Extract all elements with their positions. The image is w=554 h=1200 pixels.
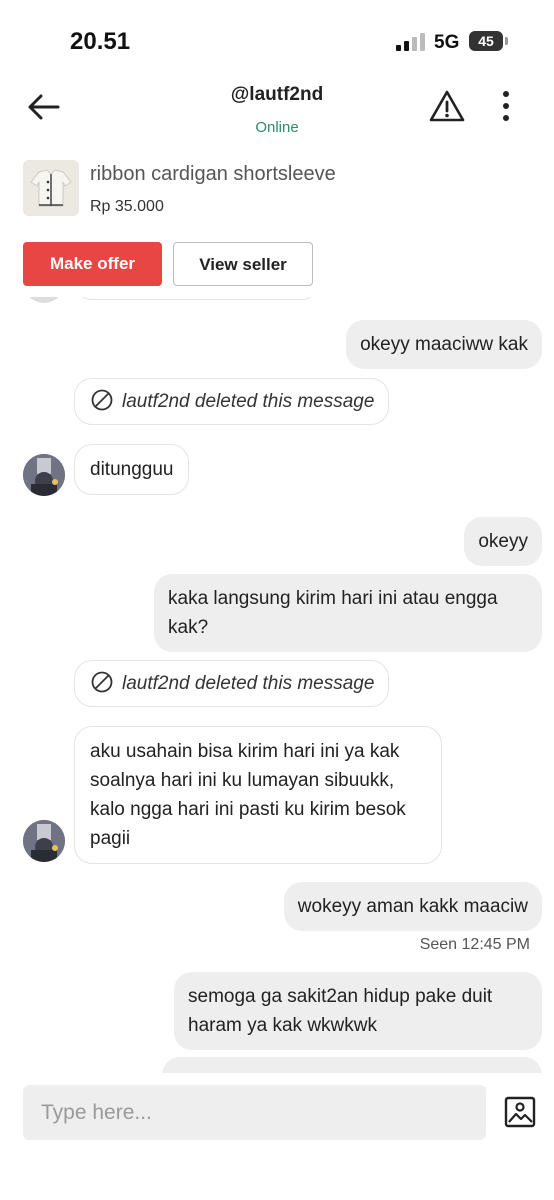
- presence-status: Online: [255, 119, 299, 136]
- chat-username[interactable]: @lautf2nd: [0, 84, 554, 106]
- warning-icon: [429, 90, 465, 122]
- network-type: 5G: [434, 32, 460, 53]
- battery-icon: 45: [469, 31, 503, 51]
- view-seller-button[interactable]: View seller: [173, 242, 313, 286]
- ban-icon: [91, 672, 113, 693]
- make-offer-button[interactable]: Make offer: [23, 242, 162, 286]
- image-icon: [504, 1096, 536, 1128]
- deleted-label: lautf2nd deleted this message: [122, 673, 375, 694]
- status-time: 20.51: [70, 28, 131, 55]
- message-outgoing: semoga ga sakit2an hidup pake duit haram…: [174, 972, 542, 1050]
- avatar: [23, 297, 65, 303]
- seen-receipt: Seen 12:45 PM: [419, 936, 530, 953]
- message-outgoing: okeyy: [464, 517, 542, 566]
- product-name[interactable]: ribbon cardigan shortsleeve: [90, 163, 336, 186]
- deleted-label: lautf2nd deleted this message: [122, 391, 375, 412]
- message-outgoing: kaka langsung kirim hari ini atau engga …: [154, 574, 542, 652]
- avatar[interactable]: [23, 820, 65, 862]
- product-thumbnail[interactable]: [23, 160, 79, 216]
- chat-messages[interactable]: okeyy maaciww kak lautf2nd deleted this …: [0, 297, 554, 1073]
- message-incoming: ditungguu: [74, 444, 190, 495]
- message-outgoing: wokeyy aman kakk maaciw: [283, 882, 542, 931]
- avatar[interactable]: [23, 454, 65, 496]
- status-bar: 20.51 5G 45: [0, 0, 554, 80]
- message-composer[interactable]: [23, 1085, 486, 1140]
- attach-image-button[interactable]: [503, 1095, 537, 1129]
- signal-icon: [396, 33, 426, 51]
- message-incoming: aku usahain bisa kirim hari ini ya kak s…: [74, 726, 442, 864]
- more-options-button[interactable]: [494, 88, 518, 126]
- battery-tip: [505, 37, 508, 45]
- message-bubble-partial: [74, 297, 320, 300]
- message-input[interactable]: [23, 1085, 486, 1140]
- message-outgoing-partial: [162, 1057, 542, 1073]
- message-deleted: lautf2nd deleted this message: [74, 660, 390, 707]
- message-deleted: lautf2nd deleted this message: [74, 378, 390, 425]
- more-vertical-icon: [494, 91, 518, 121]
- ban-icon: [91, 390, 113, 411]
- report-button[interactable]: [428, 88, 466, 124]
- product-price: Rp 35.000: [90, 198, 164, 215]
- message-outgoing: okeyy maaciww kak: [346, 320, 542, 369]
